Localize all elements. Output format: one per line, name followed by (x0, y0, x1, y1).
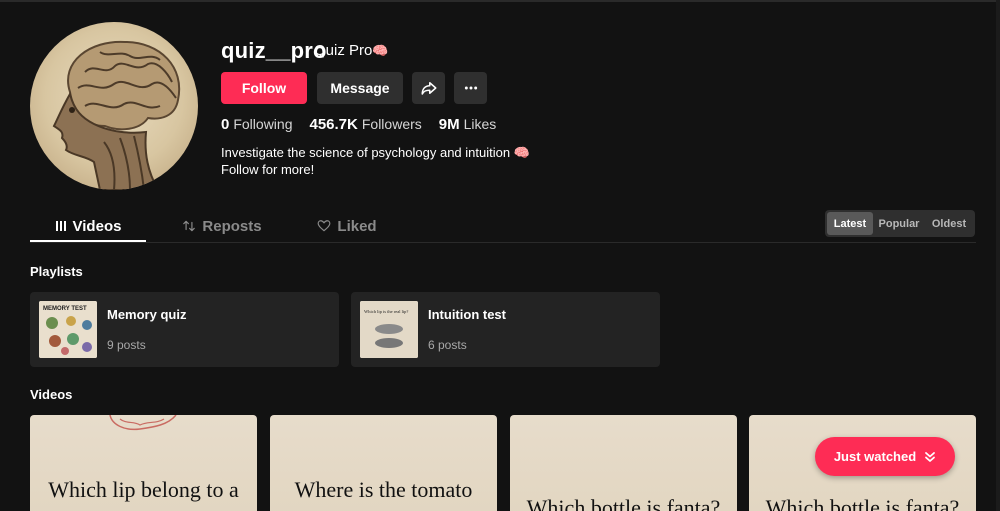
playlist-thumb-caption: Which lip is the real lip? (364, 309, 408, 314)
likes-stat: 9M Likes (439, 116, 497, 133)
followers-label: Followers (361, 116, 422, 132)
playlist-thumbnail: Which lip is the real lip? (360, 301, 418, 358)
sort-oldest[interactable]: Oldest (925, 212, 973, 235)
double-chevron-down-icon (925, 451, 936, 462)
tabs-divider (30, 242, 976, 243)
video-title: Where is the tomato (294, 477, 473, 502)
more-dots-icon (464, 86, 477, 90)
likes-label: Likes (463, 116, 497, 132)
repost-icon (183, 220, 196, 232)
video-card[interactable]: Which lip belong to a (30, 415, 257, 511)
heart-outline-icon (317, 220, 331, 232)
playlist-count: 9 posts (107, 338, 146, 352)
brain-head-illustration (52, 40, 181, 190)
tab-liked-label: Liked (337, 217, 377, 235)
more-options-button[interactable] (454, 72, 487, 104)
video-card[interactable]: Which bottle is fanta? (510, 415, 737, 511)
followers-stat[interactable]: 456.7K Followers (309, 116, 421, 133)
likes-count: 9M (438, 116, 460, 133)
nickname: Quiz Pro🧠 (314, 42, 389, 59)
followers-count: 456.7K (309, 116, 358, 133)
bio-line-1: Investigate the science of psychology an… (221, 145, 530, 160)
memory-test-thumbnail-icon: MEMORY TEST (39, 301, 97, 358)
tab-reposts[interactable]: Reposts (146, 211, 298, 241)
grid-bars-icon (55, 221, 66, 231)
playlists-heading: Playlists (30, 264, 83, 279)
video-title: Which bottle is fanta? (765, 495, 960, 511)
lips-thumbnail-icon: Which lip is the real lip? (360, 301, 418, 358)
just-watched-button[interactable]: Just watched (815, 437, 955, 476)
playlist-count: 6 posts (428, 338, 467, 352)
brain-emoji-icon: 🧠 (372, 43, 389, 58)
following-label: Following (233, 116, 293, 132)
tab-videos-label: Videos (72, 217, 122, 235)
video-title: Which bottle is fanta? (526, 495, 721, 511)
video-card[interactable]: Where is the tomato (270, 415, 497, 511)
sort-popular[interactable]: Popular (873, 212, 925, 235)
sort-latest[interactable]: Latest (827, 212, 873, 235)
playlist-thumbnail: MEMORY TEST (39, 301, 97, 358)
tab-videos[interactable]: Videos (30, 211, 146, 241)
sort-toggle: Latest Popular Oldest (825, 210, 975, 237)
message-button[interactable]: Message (317, 72, 403, 104)
follow-button[interactable]: Follow (221, 72, 307, 104)
tab-liked[interactable]: Liked (298, 211, 396, 241)
playlist-card-intuition-test[interactable]: Which lip is the real lip? Intuition tes… (351, 292, 660, 367)
share-arrow-icon (421, 82, 436, 95)
following-stat[interactable]: 0 Following (221, 116, 292, 133)
following-count: 0 (221, 116, 230, 133)
top-border (0, 0, 1000, 2)
brain-sketch-icon (109, 415, 177, 431)
video-title: Which lip belong to a (48, 477, 239, 502)
tab-reposts-label: Reposts (202, 217, 262, 235)
videos-heading: Videos (30, 387, 73, 402)
share-button[interactable] (412, 72, 445, 104)
profile-stats: 0 Following 456.7K Followers 9M Likes (221, 116, 496, 133)
bio-line-2: Follow for more! (221, 162, 315, 177)
avatar[interactable] (30, 22, 198, 190)
playlist-name: Intuition test (428, 307, 506, 322)
just-watched-label: Just watched (833, 449, 917, 464)
username: quiz__pro (221, 38, 327, 63)
bio: Investigate the science of psychology an… (221, 144, 530, 178)
playlist-card-memory-quiz[interactable]: MEMORY TEST Memory quiz 9 posts (30, 292, 339, 367)
playlist-thumb-caption: MEMORY TEST (43, 306, 87, 312)
nickname-text: Quiz Pro (314, 42, 373, 59)
scrollbar[interactable] (996, 0, 1000, 511)
playlist-name: Memory quiz (107, 307, 187, 322)
